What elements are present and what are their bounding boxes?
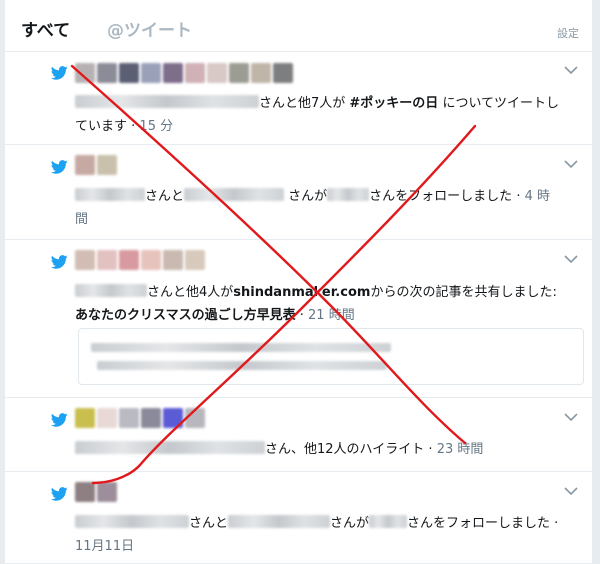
- blurred-names: [75, 441, 265, 454]
- notification-item[interactable]: さんと さんが さんをフォローしました · 4 時間: [5, 145, 592, 240]
- avatar[interactable]: [251, 63, 271, 83]
- avatar-group[interactable]: [75, 63, 293, 83]
- blurred-names: [327, 188, 370, 201]
- avatar-group[interactable]: [75, 155, 117, 175]
- notification-text: さんと他7人が #ポッキーの日 についてツイートしています · 15 分: [75, 95, 560, 134]
- text: さんをフォローしました: [369, 189, 513, 204]
- text: さんと: [189, 516, 229, 531]
- blurred-names: [228, 515, 331, 528]
- notification-text: さんと他4人がshindanmaker.comからの次の記事を共有しました: あ…: [75, 284, 557, 323]
- avatar[interactable]: [119, 63, 139, 83]
- blurred-names: [184, 188, 285, 201]
- blurred-card-description: [97, 361, 387, 370]
- avatar[interactable]: [119, 408, 139, 428]
- avatar[interactable]: [119, 250, 139, 270]
- notification-text: さんと さんが さんをフォローしました · 11月11日: [75, 515, 559, 554]
- text: さんと他4人が: [147, 285, 234, 300]
- blurred-names: [75, 95, 259, 108]
- settings-link[interactable]: 設定: [557, 25, 579, 41]
- avatar[interactable]: [97, 155, 117, 175]
- site-link[interactable]: shindanmaker.com: [233, 285, 370, 300]
- avatar[interactable]: [75, 482, 95, 502]
- avatar-group[interactable]: [75, 408, 205, 428]
- blurred-names: [75, 188, 145, 201]
- avatar[interactable]: [75, 250, 95, 270]
- timestamp[interactable]: 11月11日: [75, 539, 134, 554]
- blurred-names: [75, 284, 147, 297]
- text: さん、他12人のハイライト: [265, 442, 425, 457]
- avatar[interactable]: [75, 155, 95, 175]
- avatar[interactable]: [163, 63, 183, 83]
- avatar[interactable]: [141, 250, 161, 270]
- twitter-bird-icon: [51, 160, 68, 174]
- notification-item[interactable]: さんと さんが さんをフォローしました · 11月11日: [5, 472, 592, 564]
- blurred-names: [75, 515, 189, 528]
- notification-text: さんと さんが さんをフォローしました · 4 時間: [75, 188, 550, 227]
- avatar[interactable]: [273, 63, 293, 83]
- blurred-names: [369, 515, 408, 528]
- avatar[interactable]: [163, 250, 183, 270]
- notification-text: さん、他12人のハイライト · 23 時間: [75, 438, 562, 461]
- tab-mentions[interactable]: @ツイート: [107, 16, 192, 41]
- avatar[interactable]: [75, 63, 95, 83]
- avatar[interactable]: [97, 63, 117, 83]
- text: さんが: [288, 189, 328, 204]
- notification-item[interactable]: さん、他12人のハイライト · 23 時間: [5, 398, 592, 472]
- twitter-bird-icon: [51, 487, 68, 501]
- twitter-bird-icon: [51, 66, 68, 80]
- avatar[interactable]: [185, 63, 205, 83]
- avatar[interactable]: [185, 408, 205, 428]
- chevron-down-icon[interactable]: [564, 255, 578, 264]
- avatar[interactable]: [97, 482, 117, 502]
- text: さんをフォローしました: [407, 516, 551, 531]
- avatar-group[interactable]: [75, 482, 117, 502]
- avatar[interactable]: [229, 63, 249, 83]
- chevron-down-icon[interactable]: [564, 413, 578, 422]
- text: からの次の記事を共有しました:: [370, 285, 557, 300]
- chevron-down-icon[interactable]: [564, 66, 578, 75]
- tab-all[interactable]: すべて: [21, 16, 70, 41]
- notification-item[interactable]: さんと他4人がshindanmaker.comからの次の記事を共有しました: あ…: [5, 240, 592, 398]
- avatar[interactable]: [141, 408, 161, 428]
- text: さんが: [330, 516, 370, 531]
- notification-item[interactable]: さんと他7人が #ポッキーの日 についてツイートしています · 15 分: [5, 52, 592, 145]
- blurred-card-title: [91, 343, 391, 352]
- twitter-bird-icon: [51, 255, 68, 269]
- avatar[interactable]: [75, 408, 95, 428]
- avatar[interactable]: [141, 63, 161, 83]
- link-card[interactable]: [78, 328, 584, 385]
- chevron-down-icon[interactable]: [564, 487, 578, 496]
- avatar[interactable]: [207, 63, 227, 83]
- avatar[interactable]: [163, 408, 183, 428]
- timestamp[interactable]: 21 時間: [308, 308, 355, 323]
- avatar[interactable]: [97, 408, 117, 428]
- article-link[interactable]: あなたのクリスマスの過ごし方早見表: [75, 308, 296, 323]
- avatar[interactable]: [97, 250, 117, 270]
- hashtag-link[interactable]: #ポッキーの日: [349, 96, 438, 111]
- avatar-group[interactable]: [75, 250, 205, 270]
- timestamp[interactable]: 15 分: [139, 119, 173, 134]
- chevron-down-icon[interactable]: [564, 160, 578, 169]
- text: さんと他7人が: [259, 96, 350, 111]
- text: さんと: [145, 189, 185, 204]
- notifications-panel: すべて @ツイート 設定 さんと他7人が #ポッキーの日 についてツイートしてい…: [4, 0, 593, 564]
- twitter-bird-icon: [51, 413, 68, 427]
- timestamp[interactable]: 23 時間: [437, 442, 484, 457]
- avatar[interactable]: [185, 250, 205, 270]
- tab-bar: すべて @ツイート 設定: [5, 0, 592, 52]
